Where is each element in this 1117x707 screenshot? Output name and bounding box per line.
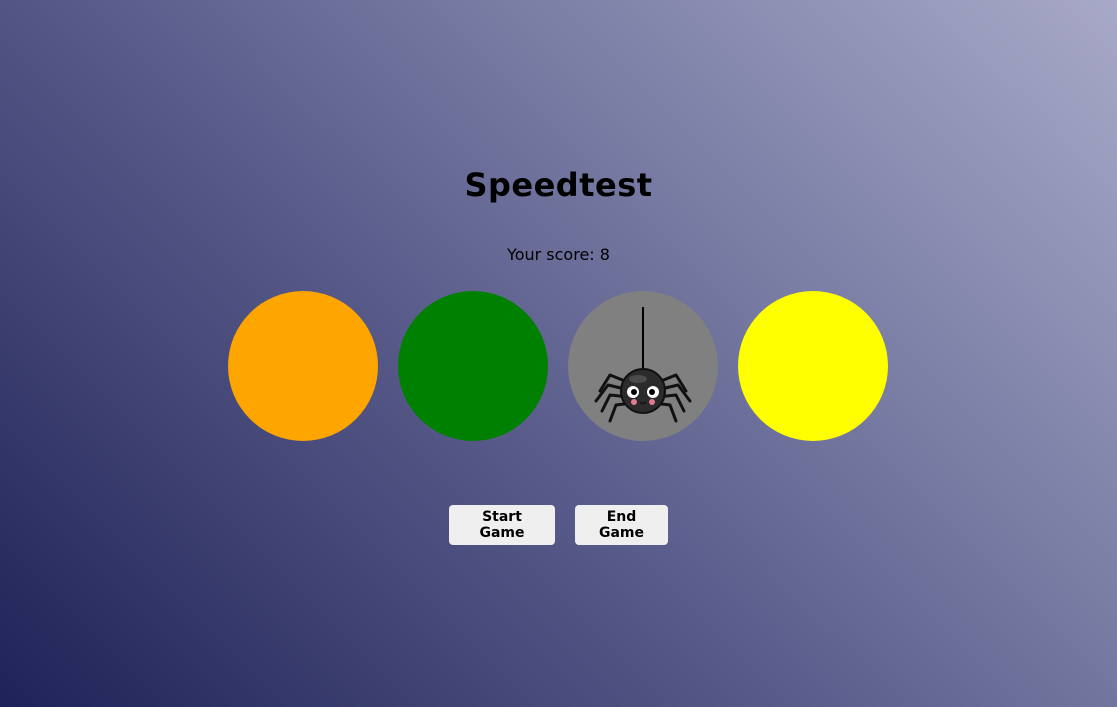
circle-2[interactable] [398, 291, 548, 441]
score-value: 8 [599, 245, 610, 264]
circle-3[interactable] [568, 291, 718, 441]
game-title: Speedtest [464, 166, 653, 204]
score-label: Your score: [507, 245, 600, 264]
circle-1[interactable] [228, 291, 378, 441]
end-game-button[interactable]: End Game [575, 505, 668, 545]
circle-row [228, 291, 888, 441]
start-game-button[interactable]: Start Game [449, 505, 555, 545]
score-display: Your score: 8 [0, 245, 1117, 264]
circle-4[interactable] [738, 291, 888, 441]
control-buttons: Start Game End Game [0, 505, 1117, 545]
spider-icon [594, 307, 692, 423]
